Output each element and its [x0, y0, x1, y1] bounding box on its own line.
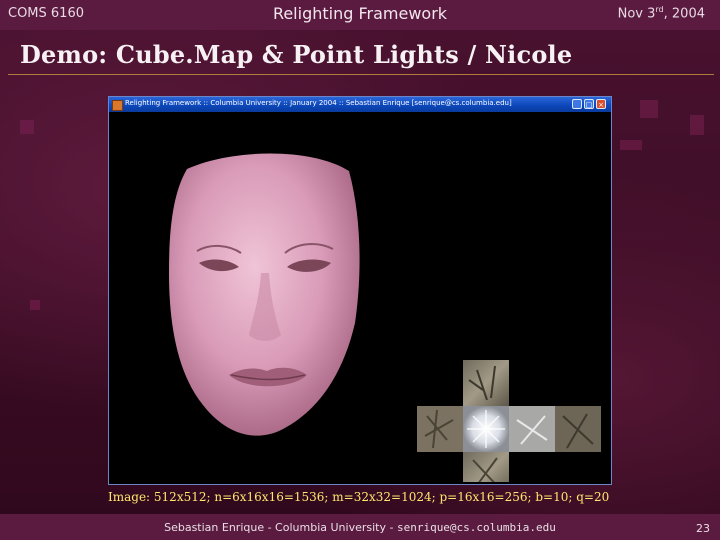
image-caption: Image: 512x512; n=6x16x16=1536; m=32x32=… [108, 490, 610, 504]
header-bar: COMS 6160 Relighting Framework Nov 3rd, … [0, 0, 720, 30]
app-icon [112, 100, 123, 111]
app-window[interactable]: Relighting Framework :: Columbia Univers… [108, 96, 612, 485]
close-button[interactable]: × [596, 99, 606, 109]
header-date: Nov 3rd, 2004 [618, 5, 705, 21]
window-titlebar[interactable]: Relighting Framework :: Columbia Univers… [109, 97, 611, 112]
cube-face [417, 406, 463, 452]
page-number: 23 [696, 522, 710, 535]
render-viewport[interactable] [111, 113, 609, 482]
footer-credit: Sebastian Enrique - Columbia University … [0, 521, 720, 534]
decor-square [620, 140, 642, 150]
header-title: Relighting Framework [272, 4, 448, 23]
slide-title: Demo: Cube.Map & Point Lights / Nicole [20, 40, 573, 69]
render-canvas [169, 153, 601, 482]
footer-bar: Sebastian Enrique - Columbia University … [0, 514, 720, 540]
minimize-button[interactable]: _ [572, 99, 582, 109]
maximize-button[interactable]: □ [584, 99, 594, 109]
date-prefix: Nov 3 [617, 6, 656, 22]
footer-email: senrique@cs.columbia.edu [396, 521, 556, 534]
title-rule [8, 74, 714, 75]
cubemap-preview [417, 360, 601, 482]
decor-square [640, 100, 658, 118]
decor-square [30, 300, 40, 310]
decor-square [690, 115, 704, 135]
date-year: , 2004 [663, 6, 705, 22]
footer-author: Sebastian Enrique - Columbia University … [164, 521, 397, 534]
date-suffix-sup: rd [655, 5, 664, 14]
cube-face [463, 452, 509, 482]
face-render [169, 153, 360, 436]
window-title: Relighting Framework :: Columbia Univers… [125, 99, 512, 107]
decor-square [20, 120, 34, 134]
